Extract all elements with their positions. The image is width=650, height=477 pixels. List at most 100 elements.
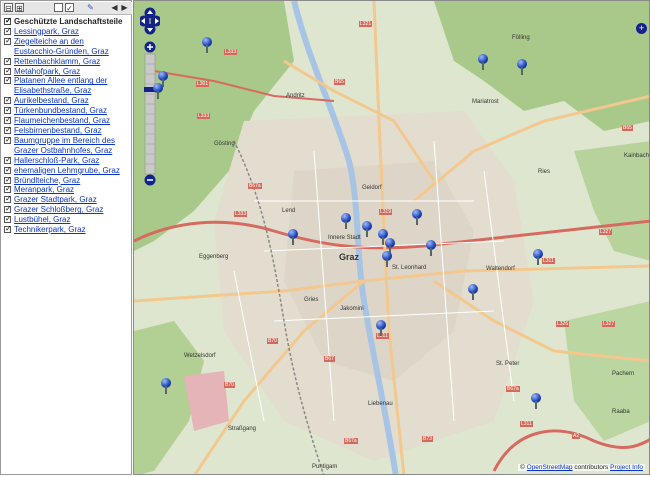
layer-link[interactable]: Meranpark, Graz [14,185,74,194]
road-label: B65 [622,125,633,131]
map-marker[interactable] [288,229,298,245]
show-all-button[interactable]: ✓ [65,3,74,13]
layer-item[interactable]: Ziegelteiche an den Eustacchio-Gründen, … [4,36,132,57]
layer-checkbox[interactable] [4,224,12,234]
osm-link[interactable]: OpenStreetMap [527,464,573,471]
layer-item[interactable]: Felsbirnenbestand, Graz [4,125,132,136]
map-marker[interactable] [161,378,171,394]
layer-link[interactable]: Platanen Allee entlang der Elisabethstra… [14,76,126,96]
layer-checkbox[interactable] [4,115,12,125]
hide-all-button[interactable] [54,3,63,12]
collapse-all-button[interactable]: ⊟ [4,3,13,13]
layer-item[interactable]: Lustbühel, Graz [4,214,132,225]
layer-checkbox[interactable] [4,36,12,46]
layer-checkbox[interactable] [4,184,12,194]
map-marker[interactable] [531,393,541,409]
layer-item[interactable]: Metahofpark, Graz [4,66,132,77]
road-label: L333 [234,211,248,217]
expand-all-button[interactable]: ⊞ [15,3,24,13]
layer-item[interactable]: ehemaligen Lehmgrube, Graz [4,165,132,176]
layer-checkbox[interactable] [4,66,12,75]
layer-checkbox[interactable] [4,56,12,66]
layer-item[interactable]: Flaumeichenbestand, Graz [4,115,132,126]
project-info-link[interactable]: Project Info [610,464,643,471]
layer-checkbox[interactable] [4,165,12,175]
layer-link[interactable]: Lustbühel, Graz [14,215,70,224]
layer-link[interactable]: Rettenbachklamm, Graz [14,57,100,66]
layer-item[interactable]: Baumgruppe im Bereich des Grazer Ostbahn… [4,135,132,156]
layer-checkbox[interactable] [4,175,12,184]
map-marker[interactable] [533,249,543,265]
next-arrow-icon[interactable]: ▶ [120,3,129,12]
layer-checkbox[interactable] [4,95,12,105]
layer-link[interactable]: Ziegelteiche an den Eustacchio-Gründen, … [14,37,126,57]
layer-checkbox[interactable] [4,105,12,115]
road-label: B67a [506,386,520,392]
layer-link[interactable]: Metahofpark, Graz [14,67,80,76]
group-collapse-icon[interactable] [4,16,12,26]
map-marker[interactable] [517,59,527,75]
layer-link[interactable]: Flaumeichenbestand, Graz [14,116,110,125]
layer-sidebar: ⊟ ⊞ ✓ ✎ ◀ ▶ Geschützte Landschaftsteile … [0,0,132,475]
map-marker[interactable] [412,209,422,225]
map-marker[interactable] [362,221,372,237]
map-marker[interactable] [153,83,163,99]
layer-item[interactable]: Lessingpark, Graz [4,26,132,37]
map-marker[interactable] [468,284,478,300]
layer-link[interactable]: Baumgruppe im Bereich des Grazer Ostbahn… [14,136,126,156]
road-label: B65 [334,79,345,85]
map-marker[interactable] [202,37,212,53]
layer-link[interactable]: Felsbirnenbestand, Graz [14,126,102,135]
layer-checkbox[interactable] [4,135,12,145]
layer-item[interactable]: Hallerschloß-Park, Graz [4,155,132,166]
place-label: Pachern [612,371,635,377]
road-label: L319 [379,209,393,215]
layer-item[interactable]: Grazer Stadtpark, Graz [4,194,132,205]
road-label: L311 [520,421,533,427]
layer-link[interactable]: Hallerschloß-Park, Graz [14,156,99,165]
layer-checkbox[interactable] [4,214,12,224]
place-label: Geidorf [362,185,382,191]
place-label: Fölling [512,35,530,41]
place-label: Mariatrost [472,99,499,105]
map-view[interactable]: Andritz Gösting Geidorf Lend Innere Stad… [133,0,650,475]
map-marker[interactable] [376,320,386,336]
zoom-slider[interactable] [143,41,157,187]
layer-link[interactable]: Türkenbundbestand, Graz [14,106,107,115]
layer-link[interactable]: Technikerpark, Graz [14,225,86,234]
layer-item[interactable]: Bründlteiche, Graz [4,175,132,186]
map-marker[interactable] [385,238,395,254]
layer-checkbox[interactable] [4,125,12,135]
layer-item[interactable]: Platanen Allee entlang der Elisabethstra… [4,75,132,96]
map-marker[interactable] [382,251,392,267]
layer-link[interactable]: Grazer Schloßberg, Graz [14,205,103,214]
layer-checkbox[interactable] [4,75,12,85]
layer-link[interactable]: ehemaligen Lehmgrube, Graz [14,166,120,175]
layer-item[interactable]: Türkenbundbestand, Graz [4,105,132,116]
road-label: L327 [602,321,616,327]
overview-map-toggle-icon[interactable]: + [636,23,647,34]
layer-item[interactable]: Meranpark, Graz [4,184,132,195]
layer-link[interactable]: Grazer Stadtpark, Graz [14,195,97,204]
layer-group[interactable]: Geschützte Landschaftsteile [4,16,132,27]
layer-checkbox[interactable] [4,26,12,36]
map-marker[interactable] [341,213,351,229]
layer-item[interactable]: Grazer Schloßberg, Graz [4,204,132,215]
layer-link[interactable]: Bründlteiche, Graz [14,176,80,185]
prev-arrow-icon[interactable]: ◀ [110,3,119,12]
road-label: L301 [196,81,210,87]
layer-checkbox[interactable] [4,204,12,214]
map-marker[interactable] [426,240,436,256]
layer-item[interactable]: Technikerpark, Graz [4,224,132,235]
place-label: Ries [538,169,551,175]
layer-item[interactable]: Aurikelbestand, Graz [4,95,132,106]
layer-item[interactable]: Rettenbachklamm, Graz [4,56,132,67]
layer-link[interactable]: Aurikelbestand, Graz [14,96,89,105]
layer-checkbox[interactable] [4,194,12,204]
pan-control[interactable] [140,7,160,43]
map-marker[interactable] [478,54,488,70]
layer-link[interactable]: Lessingpark, Graz [14,27,79,36]
place-label: Jakomini [340,306,364,312]
layer-checkbox[interactable] [4,155,12,165]
wrench-icon[interactable]: ✎ [86,3,95,12]
